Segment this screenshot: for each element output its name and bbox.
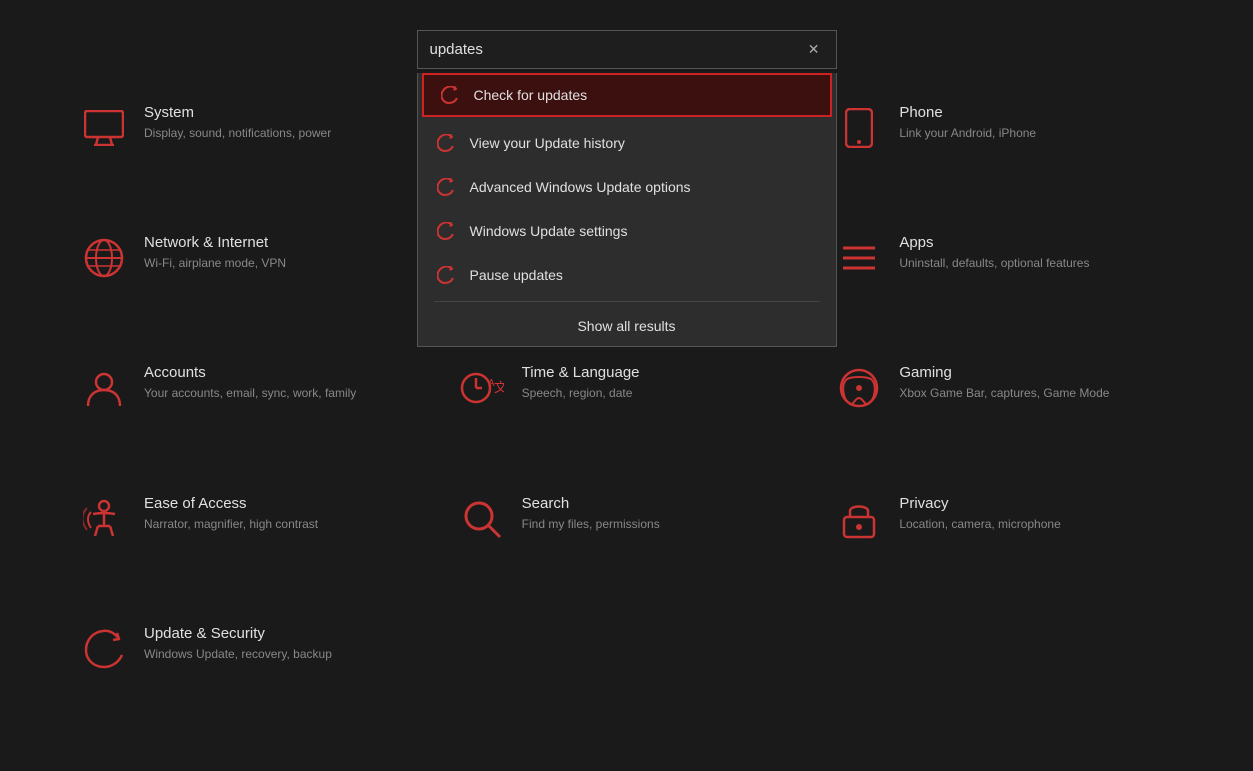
settings-item-system[interactable]: System Display, sound, notifications, po… — [60, 80, 438, 210]
settings-subtitle-network: Wi-Fi, airplane mode, VPN — [144, 255, 286, 272]
search-overlay: ✕ Check for updates View your Update his… — [417, 30, 837, 347]
settings-subtitle-ease-of-access: Narrator, magnifier, high contrast — [144, 516, 318, 533]
settings-subtitle-system: Display, sound, notifications, power — [144, 125, 331, 142]
settings-title-time-language: Time & Language — [522, 364, 640, 381]
settings-title-system: System — [144, 104, 331, 121]
settings-subtitle-gaming: Xbox Game Bar, captures, Game Mode — [899, 385, 1109, 402]
refresh-icon-4 — [434, 263, 458, 287]
search-box: ✕ — [417, 30, 837, 69]
settings-text-apps: Apps Uninstall, defaults, optional featu… — [899, 234, 1089, 272]
settings-text-network: Network & Internet Wi-Fi, airplane mode,… — [144, 234, 286, 272]
settings-item-ease-of-access[interactable]: Ease of Access Narrator, magnifier, high… — [60, 471, 438, 601]
update-icon — [80, 625, 128, 673]
settings-item-privacy[interactable]: Privacy Location, camera, microphone — [815, 471, 1193, 601]
search-icon — [458, 495, 506, 543]
settings-subtitle-privacy: Location, camera, microphone — [899, 516, 1060, 533]
settings-text-gaming: Gaming Xbox Game Bar, captures, Game Mod… — [899, 364, 1109, 402]
search-dropdown: Check for updates View your Update histo… — [417, 73, 837, 347]
settings-title-gaming: Gaming — [899, 364, 1109, 381]
settings-item-network[interactable]: Network & Internet Wi-Fi, airplane mode,… — [60, 210, 438, 340]
apps-icon — [835, 234, 883, 282]
settings-text-privacy: Privacy Location, camera, microphone — [899, 495, 1060, 533]
xbox-icon — [835, 364, 883, 412]
lock-icon — [835, 495, 883, 543]
settings-subtitle-time-language: Speech, region, date — [522, 385, 640, 402]
clear-button[interactable]: ✕ — [804, 39, 824, 60]
settings-text-time-language: Time & Language Speech, region, date — [522, 364, 640, 402]
result-label-advanced-options: Advanced Windows Update options — [470, 179, 691, 195]
settings-subtitle-apps: Uninstall, defaults, optional features — [899, 255, 1089, 272]
settings-subtitle-search: Find my files, permissions — [522, 516, 660, 533]
settings-text-update-security: Update & Security Windows Update, recove… — [144, 625, 332, 663]
search-result-check-updates[interactable]: Check for updates — [422, 73, 832, 117]
refresh-icon-2 — [434, 175, 458, 199]
settings-item-empty3 — [438, 601, 816, 731]
settings-item-phone[interactable]: Phone Link your Android, iPhone — [815, 80, 1193, 210]
ease-icon — [80, 495, 128, 543]
settings-subtitle-accounts: Your accounts, email, sync, work, family — [144, 385, 356, 402]
globe-icon — [80, 234, 128, 282]
settings-text-ease-of-access: Ease of Access Narrator, magnifier, high… — [144, 495, 318, 533]
settings-title-search: Search — [522, 495, 660, 512]
result-label-update-settings: Windows Update settings — [470, 223, 628, 239]
result-label-view-history: View your Update history — [470, 135, 625, 151]
person-icon — [80, 364, 128, 412]
settings-item-accounts[interactable]: Accounts Your accounts, email, sync, wor… — [60, 340, 438, 470]
settings-item-empty4 — [815, 601, 1193, 731]
settings-text-phone: Phone Link your Android, iPhone — [899, 104, 1036, 142]
search-result-advanced-options[interactable]: Advanced Windows Update options — [418, 165, 836, 209]
search-result-update-settings[interactable]: Windows Update settings — [418, 209, 836, 253]
result-label-check-updates: Check for updates — [474, 87, 588, 103]
search-input[interactable] — [430, 41, 804, 58]
result-label-pause-updates: Pause updates — [470, 267, 563, 283]
settings-text-search: Search Find my files, permissions — [522, 495, 660, 533]
phone-icon — [835, 104, 883, 152]
settings-title-phone: Phone — [899, 104, 1036, 121]
settings-item-time-language[interactable]: A 文 Time & Language Speech, region, date — [438, 340, 816, 470]
refresh-icon-1 — [434, 131, 458, 155]
settings-title-accounts: Accounts — [144, 364, 356, 381]
svg-text:文: 文 — [494, 380, 504, 395]
settings-title-update-security: Update & Security — [144, 625, 332, 642]
refresh-icon-0 — [438, 83, 462, 107]
settings-title-network: Network & Internet — [144, 234, 286, 251]
settings-text-system: System Display, sound, notifications, po… — [144, 104, 331, 142]
search-divider — [434, 301, 820, 302]
settings-item-search[interactable]: Search Find my files, permissions — [438, 471, 816, 601]
settings-subtitle-phone: Link your Android, iPhone — [899, 125, 1036, 142]
search-result-pause-updates[interactable]: Pause updates — [418, 253, 836, 297]
search-result-view-history[interactable]: View your Update history — [418, 121, 836, 165]
settings-item-apps[interactable]: Apps Uninstall, defaults, optional featu… — [815, 210, 1193, 340]
settings-title-privacy: Privacy — [899, 495, 1060, 512]
refresh-icon-3 — [434, 219, 458, 243]
settings-item-update-security[interactable]: Update & Security Windows Update, recove… — [60, 601, 438, 731]
settings-subtitle-update-security: Windows Update, recovery, backup — [144, 646, 332, 663]
time-language-icon: A 文 — [458, 364, 506, 412]
settings-title-ease-of-access: Ease of Access — [144, 495, 318, 512]
settings-text-accounts: Accounts Your accounts, email, sync, wor… — [144, 364, 356, 402]
settings-title-apps: Apps — [899, 234, 1089, 251]
settings-item-gaming[interactable]: Gaming Xbox Game Bar, captures, Game Mod… — [815, 340, 1193, 470]
show-all-results-button[interactable]: Show all results — [418, 306, 836, 346]
monitor-icon — [80, 104, 128, 152]
